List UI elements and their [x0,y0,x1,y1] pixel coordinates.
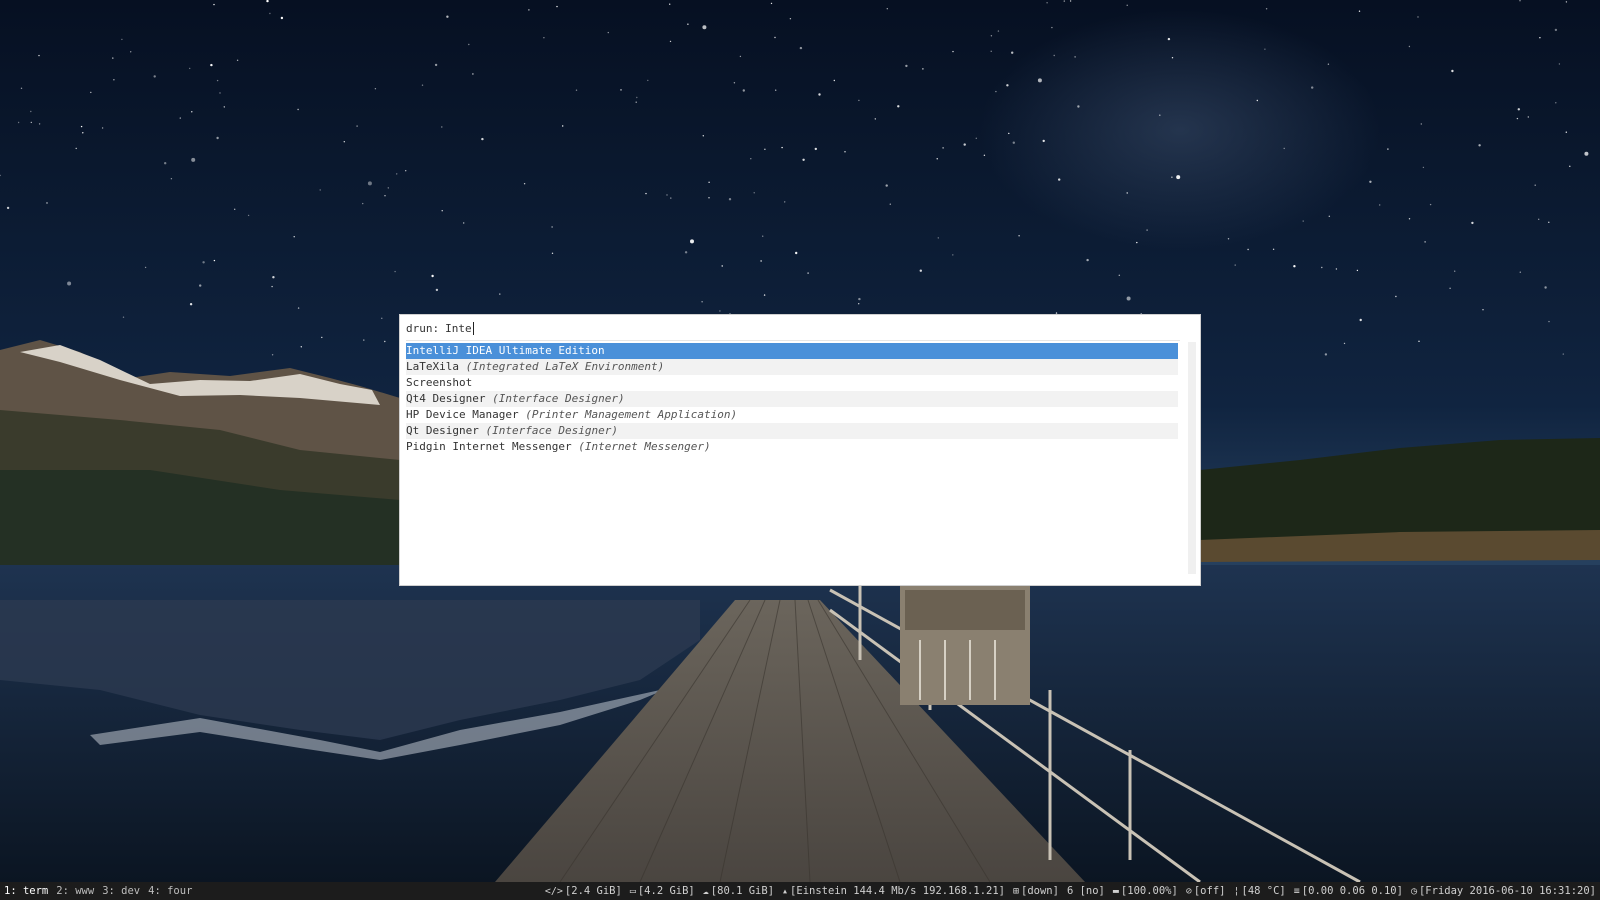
clock-block: ◷ [Friday 2016-06-10 16:31:20] [1411,885,1596,897]
battery-text: [100.00%] [1120,885,1178,897]
load-icon: ≡ [1293,885,1300,897]
battery-icon: ▬ [1112,885,1119,897]
thermometer-icon: ¦ [1233,885,1240,897]
memory-block: </> [2.4 GiB] [545,885,622,897]
launcher-entry[interactable]: Screenshot [406,375,1178,391]
launcher-entry-description: (Interface Designer) [485,424,618,437]
clock-text: [Friday 2016-06-10 16:31:20] [1418,885,1596,897]
launcher-entry-name: LaTeXila [406,360,459,373]
launcher-scrollbar[interactable] [1188,342,1196,574]
vpn-text: 6 [no] [1066,885,1105,897]
clock-icon: ◷ [1410,885,1417,897]
launcher-entry-name: Pidgin Internet Messenger [406,440,572,453]
launcher-entry[interactable]: Qt Designer (Interface Designer) [406,423,1178,439]
launcher-entry[interactable]: Pidgin Internet Messenger (Internet Mess… [406,439,1178,455]
launcher-results-list: IntelliJ IDEA Ultimate Edition LaTeXila (… [406,343,1178,455]
battery-block: ▬ [100.00%] [1113,885,1178,897]
launcher-entry[interactable]: IntelliJ IDEA Ultimate Edition [406,343,1178,359]
workspace-button[interactable]: 1: term [0,882,52,900]
launcher-prompt: drun: [406,321,440,335]
code-icon: </> [544,885,563,897]
launcher-entry-name: IntelliJ IDEA Ultimate Edition [406,344,605,357]
workspace-button[interactable]: 2: www [52,882,98,900]
wifi-signal-icon: ▴ [782,885,789,897]
dnd-block: ⊘ [off] [1186,885,1226,897]
disk-icon: ☁ [702,885,709,897]
launcher-entry[interactable]: LaTeXila (Integrated LaTeX Environment) [406,359,1178,375]
ethernet-block: ⊞ [down] [1013,885,1059,897]
swap-text: [4.2 GiB] [637,885,695,897]
launcher-entry-description: (Internet Messenger) [578,440,711,453]
wifi-text: [Einstein 144.4 Mb/s 192.168.1.21] [790,885,1005,897]
swap-block: ▭ [4.2 GiB] [630,885,695,897]
memory-chip-icon: ▭ [629,885,636,897]
temperature-text: [48 °C] [1241,885,1286,897]
launcher-entry-name: Screenshot [406,376,473,389]
wifi-block: ▴ [Einstein 144.4 Mb/s 192.168.1.21] [782,885,1005,897]
launcher-entry-name: HP Device Manager [406,408,519,421]
temperature-block: ¦ [48 °C] [1233,885,1285,897]
launcher-entry[interactable]: Qt4 Designer (Interface Designer) [406,391,1178,407]
vpn-block: 6 [no] [1067,885,1105,897]
status-bar: 1: term 2: www 3: dev 4: four </> [2.4 GiB]… [0,882,1600,900]
launcher-entry-description: (Printer Management Application) [525,408,738,421]
dnd-text: [off] [1193,885,1226,897]
network-icon: ⊞ [1012,885,1020,897]
load-block: ≡ [0.00 0.06 0.10] [1294,885,1403,897]
launcher-entry[interactable]: HP Device Manager (Printer Management Ap… [406,407,1178,423]
launcher-search-input[interactable]: Inte [445,322,472,335]
launcher-entry-name: Qt4 Designer [406,392,486,405]
load-text: [0.00 0.06 0.10] [1301,885,1403,897]
launcher-entry-name: Qt Designer [406,424,479,437]
disk-text: [80.1 GiB] [710,885,775,897]
app-launcher: drun: Inte IntelliJ IDEA Ultimate Editio… [400,315,1200,585]
workspace-list: 1: term 2: www 3: dev 4: four [0,882,196,900]
status-blocks: </> [2.4 GiB] ▭ [4.2 GiB] ☁ [80.1 GiB] ▴… [537,885,1600,897]
workspace-button[interactable]: 4: four [144,882,196,900]
launcher-entry-description: (Interface Designer) [492,392,625,405]
launcher-input-row[interactable]: drun: Inte [406,319,1194,337]
text-caret [472,321,474,335]
memory-text: [2.4 GiB] [564,885,622,897]
disk-block: ☁ [80.1 GiB] [703,885,774,897]
desktop: drun: Inte IntelliJ IDEA Ultimate Editio… [0,0,1600,900]
ethernet-text: [down] [1021,885,1059,897]
workspace-button[interactable]: 3: dev [98,882,144,900]
launcher-entry-description: (Integrated LaTeX Environment) [465,360,665,373]
disabled-icon: ⊘ [1185,885,1192,897]
launcher-divider [406,340,1180,341]
